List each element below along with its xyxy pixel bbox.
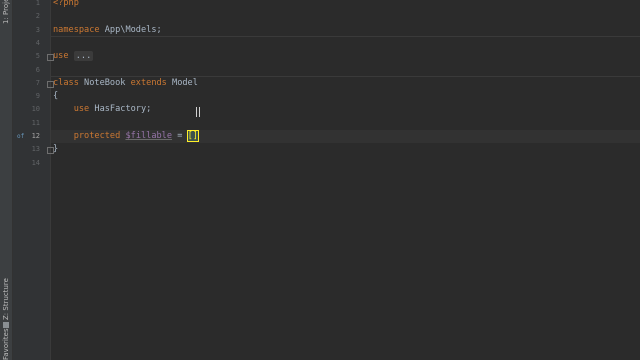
override-marker-icon[interactable]: of — [17, 130, 24, 143]
line-number: 6 — [35, 65, 40, 74]
line-number: 9 — [35, 92, 40, 101]
code-token: = — [172, 131, 188, 141]
line-number: 3 — [35, 25, 40, 34]
method-separator — [51, 75, 640, 77]
structure-tool-button[interactable]: Z: Structure — [1, 278, 11, 330]
text-cursor-icon — [196, 107, 200, 117]
line-number: 5 — [35, 52, 40, 61]
code-token: NoteBook — [78, 77, 131, 88]
code-token: App\Models; — [99, 24, 162, 35]
line-number: 4 — [35, 38, 40, 47]
code-token: $fillable — [125, 131, 173, 141]
code-token: HasFactory; — [89, 104, 152, 115]
favorites-tool-label: Favorites — [2, 328, 10, 360]
folded-code-placeholder[interactable]: ... — [73, 51, 94, 62]
code-line[interactable] — [51, 10, 640, 23]
fold-toggle-icon[interactable] — [47, 54, 54, 62]
code-line[interactable]: } — [51, 143, 640, 156]
code-line[interactable]: { — [51, 90, 640, 103]
code-editor[interactable]: <?php namespace App\Models; use ... class N… — [51, 0, 640, 360]
line-number: 14 — [31, 158, 40, 167]
code-line[interactable] — [51, 157, 640, 170]
code-line[interactable] — [51, 37, 640, 50]
code-line[interactable]: class NoteBook extends Model — [51, 77, 640, 90]
line-number: 10 — [31, 105, 40, 114]
code-line[interactable]: use HasFactory; — [51, 103, 640, 116]
fold-toggle-icon[interactable] — [47, 147, 54, 155]
code-token: [] — [186, 130, 199, 142]
code-token: use — [73, 104, 90, 115]
code-line[interactable]: namespace App\Models; — [51, 24, 640, 37]
code-token: use — [53, 51, 69, 62]
line-number: 2 — [35, 12, 40, 21]
line-number: 11 — [31, 118, 40, 127]
line-number: 1 — [35, 0, 40, 7]
code-token: namespace — [53, 24, 100, 35]
project-tool-label: 1: Project — [2, 0, 10, 24]
line-number: 13 — [31, 145, 40, 154]
project-tool-button[interactable]: 1: Project — [1, 0, 11, 28]
line-number: 7 — [35, 78, 40, 87]
code-line[interactable]: protected $fillable = [] — [51, 130, 640, 143]
code-line[interactable]: use ... — [51, 50, 640, 63]
code-line[interactable]: <?php — [51, 0, 640, 10]
code-token: <?php — [53, 0, 79, 8]
structure-tool-label: Z: Structure — [2, 278, 10, 320]
tool-window-strip: 1: Project Z: Structure Favorites — [0, 0, 13, 360]
code-line[interactable] — [51, 117, 640, 130]
line-number-gutter[interactable]: 1 2 3 4 5 6 7 9 10 11 12 13 14 — [13, 0, 51, 360]
fold-toggle-icon[interactable] — [47, 80, 54, 88]
code-token: { — [53, 91, 59, 102]
code-token: Model — [166, 77, 198, 88]
code-token: extends — [130, 77, 167, 88]
favorites-tool-button[interactable]: Favorites — [1, 328, 11, 360]
method-separator — [51, 35, 640, 37]
code-token: protected — [73, 131, 121, 141]
code-line[interactable] — [51, 64, 640, 77]
code-token: class — [53, 77, 79, 88]
